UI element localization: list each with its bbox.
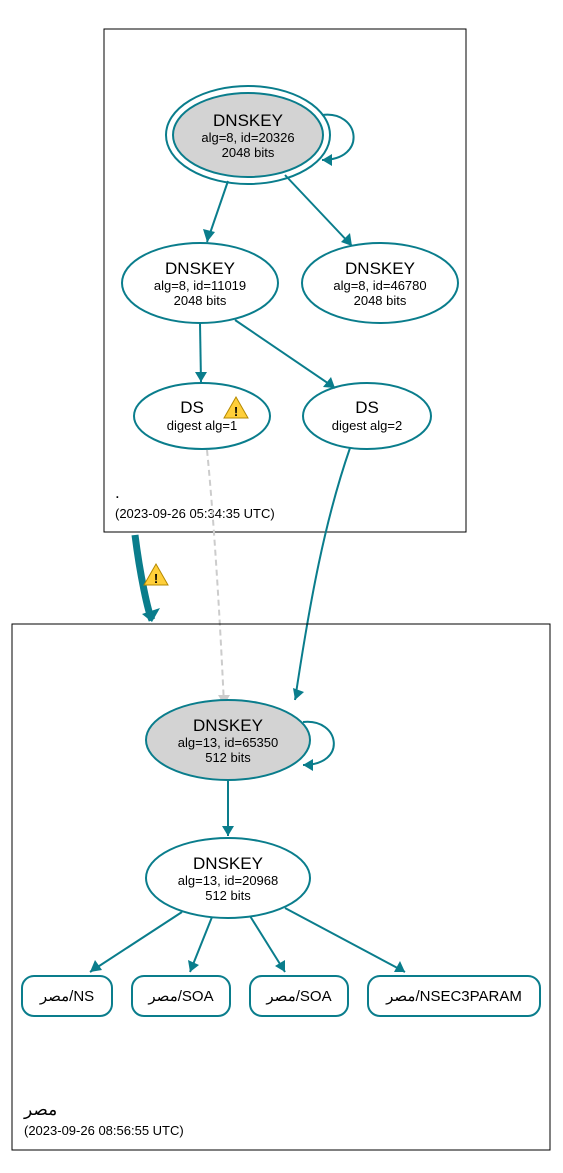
zone-label-child: مصر: [23, 1100, 57, 1120]
node-line3: 2048 bits: [354, 293, 407, 308]
arrowhead: [323, 377, 335, 388]
node-ds-alg1: DS digest alg=1 !: [134, 383, 270, 449]
node-dnskey-child-zsk: DNSKEY alg=13, id=20968 512 bits: [146, 838, 310, 918]
svg-text:!: !: [234, 404, 238, 419]
node-title: DNSKEY: [193, 716, 263, 735]
node-line2: alg=8, id=11019: [154, 278, 246, 293]
edge-ds2-childksk: [295, 448, 350, 700]
node-line3: 2048 bits: [222, 145, 275, 160]
node-title: DS: [180, 398, 204, 417]
node-dnskey-child-ksk: DNSKEY alg=13, id=65350 512 bits: [146, 700, 310, 780]
node-title: DNSKEY: [165, 259, 235, 278]
node-title: DNSKEY: [193, 854, 263, 873]
arrowhead: [222, 826, 234, 836]
node-dnskey-root-zsk2: DNSKEY alg=8, id=46780 2048 bits: [302, 243, 458, 323]
node-dnskey-root-ksk: DNSKEY alg=8, id=20326 2048 bits: [166, 86, 330, 184]
edge-zsk-nsec3: [285, 908, 405, 972]
rr-label: مصر/NS: [39, 988, 94, 1005]
arrowhead: [203, 229, 215, 242]
node-line3: 512 bits: [205, 888, 251, 903]
node-ds-alg2: DS digest alg=2: [303, 383, 431, 449]
rr-label: مصر/SOA: [265, 988, 331, 1005]
node-line2: alg=8, id=46780: [333, 278, 426, 293]
edge-ksk-zsk2: [285, 175, 352, 246]
node-title: DNSKEY: [213, 111, 283, 130]
zone-timestamp-child: (2023-09-26 08:56:55 UTC): [24, 1123, 184, 1138]
zone-timestamp-root: (2023-09-26 05:34:35 UTC): [115, 506, 275, 521]
node-line3: 512 bits: [205, 750, 251, 765]
node-line2: alg=13, id=65350: [178, 735, 278, 750]
node-rr-ns: مصر/NS: [22, 976, 112, 1016]
node-title: DNSKEY: [345, 259, 415, 278]
node-rr-nsec3param: مصر/NSEC3PARAM: [368, 976, 540, 1016]
node-title: DS: [355, 398, 379, 417]
svg-text:!: !: [154, 571, 158, 586]
arrowhead: [275, 960, 285, 972]
dnssec-auth-graph: DNSKEY alg=8, id=20326 2048 bits DNSKEY …: [0, 0, 563, 1173]
node-dnskey-root-zsk1: DNSKEY alg=8, id=11019 2048 bits: [122, 243, 278, 323]
rr-label: مصر/SOA: [147, 988, 213, 1005]
rr-label: مصر/NSEC3PARAM: [385, 988, 522, 1005]
node-line2: digest alg=1: [167, 418, 237, 433]
edge-zsk-ns: [90, 912, 182, 972]
node-line2: alg=13, id=20968: [178, 873, 278, 888]
arrowhead: [195, 372, 207, 382]
warning-icon: !: [144, 564, 168, 586]
edge-zsk1-ds2: [235, 320, 335, 388]
zone-label-root: .: [115, 483, 120, 502]
node-line3: 2048 bits: [174, 293, 227, 308]
node-line2: alg=8, id=20326: [201, 130, 294, 145]
edge-ds1-childksk: [207, 450, 224, 705]
arrowhead: [303, 759, 313, 771]
node-line2: digest alg=2: [332, 418, 402, 433]
node-rr-soa-1: مصر/SOA: [132, 976, 230, 1016]
node-rr-soa-2: مصر/SOA: [250, 976, 348, 1016]
